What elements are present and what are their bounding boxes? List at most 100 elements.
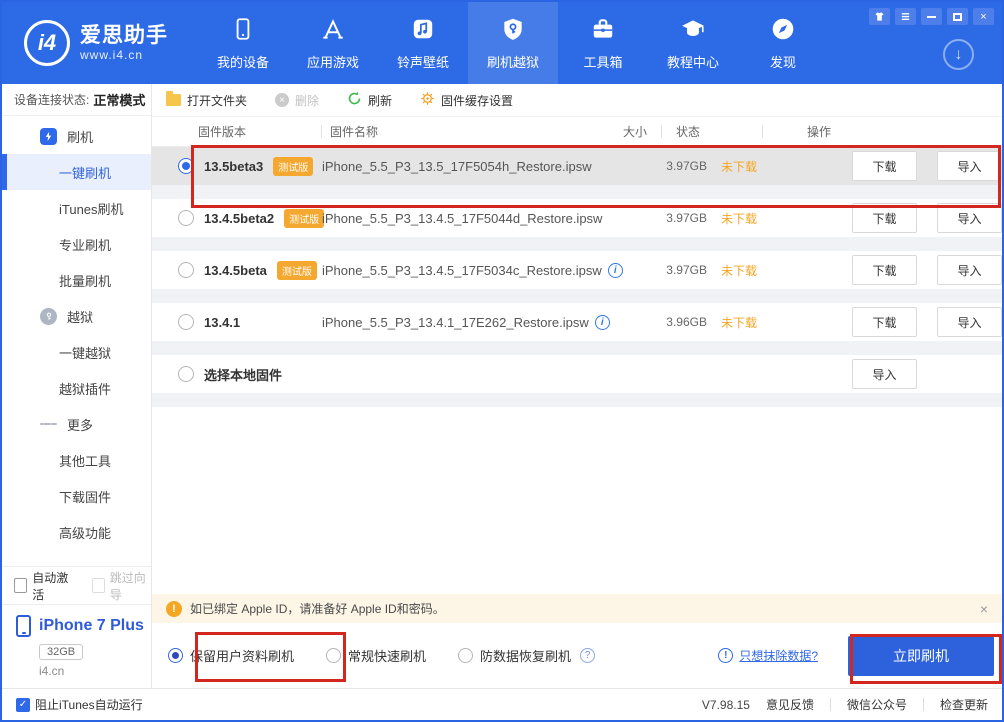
notice-close-icon[interactable]: × [980,601,988,617]
menu-list-icon[interactable] [895,8,916,25]
check-update-link[interactable]: 检查更新 [940,696,988,713]
firmware-radio[interactable] [178,158,194,174]
nav-toolbox[interactable]: 工具箱 [558,2,648,84]
appstore-icon [320,16,346,45]
firmware-list: 13.5beta3 测试版 iPhone_5.5_P3_13.5_17F5054… [152,147,1002,594]
status-not-downloaded: 未下载 [707,314,807,331]
import-button[interactable]: 导入 [937,151,1002,181]
feedback-link[interactable]: 意见反馈 [766,696,814,713]
maximize-button[interactable] [947,8,968,25]
checkbox-icon[interactable] [92,578,105,593]
minimize-button[interactable] [921,8,942,25]
beta-badge: 测试版 [284,209,324,228]
import-button[interactable]: 导入 [937,203,1002,233]
sidebar-item-one-key-jailbreak[interactable]: 一键越狱 [2,334,151,370]
firmware-row-local[interactable]: 选择本地固件 导入 [152,355,1002,407]
table-header: 固件版本 固件名称 大小 状态 操作 [152,117,1002,147]
sidebar-item-advanced-features[interactable]: 高级功能 [2,514,151,550]
info-icon[interactable]: i [595,315,610,330]
firmware-row-13.5beta3[interactable]: 13.5beta3 测试版 iPhone_5.5_P3_13.5_17F5054… [152,147,1002,199]
sidebar-item-jailbreak-plugins[interactable]: 越狱插件 [2,370,151,406]
jailbreak-shield-icon [40,308,57,325]
option-keep-user-data[interactable]: 保留用户资料刷机 [168,646,294,665]
refresh-icon [347,91,362,109]
nav-discover[interactable]: 发现 [738,2,828,84]
status-bar: ✓ 阻止iTunes自动运行 V7.98.15 意见反馈 微信公众号 检查更新 [2,688,1002,720]
nav-tutorials[interactable]: 教程中心 [648,2,738,84]
firmware-row-13.4.5beta[interactable]: 13.4.5beta 测试版 iPhone_5.5_P3_13.4.5_17F5… [152,251,1002,303]
sidebar-item-batch-flash[interactable]: 批量刷机 [2,262,151,298]
flash-options-bar: 保留用户资料刷机 常规快速刷机 防数据恢复刷机 ? ! 只想抹除数据? 立即刷机 [152,623,1002,688]
radio-icon[interactable] [458,648,473,663]
app-window: i4 爱思助手 www.i4.cn 我的设备 应用游戏 [0,0,1004,722]
beta-badge: 测试版 [273,157,313,176]
radio-icon[interactable] [326,648,341,663]
nav-ringtones[interactable]: 铃声壁纸 [378,2,468,84]
close-button[interactable]: × [973,8,994,25]
checkbox-checked-icon[interactable]: ✓ [16,698,30,712]
block-itunes-checkbox[interactable]: ✓ 阻止iTunes自动运行 [16,696,143,713]
main-nav: 我的设备 应用游戏 铃声壁纸 刷机越狱 [198,2,828,84]
toolbar: 打开文件夹 × 删除 刷新 固件缓存设置 [152,84,1002,117]
sidebar-section-more[interactable]: 更多 [2,406,151,442]
main-panel: 打开文件夹 × 删除 刷新 固件缓存设置 [152,84,1002,688]
firmware-radio[interactable] [178,366,194,382]
firmware-row-13.4.5beta2[interactable]: 13.4.5beta2 测试版 iPhone_5.5_P3_13.4.5_17F… [152,199,1002,251]
import-button[interactable]: 导入 [937,255,1002,285]
sidebar-section-flash[interactable]: 刷机 [2,118,151,154]
cache-settings-button[interactable]: 固件缓存设置 [420,91,513,109]
column-action: 操作 [763,123,1002,140]
delete-button[interactable]: × 删除 [275,92,319,109]
app-logo: i4 爱思助手 www.i4.cn [2,2,198,84]
nav-my-device[interactable]: 我的设备 [198,2,288,84]
info-icon[interactable]: i [608,263,623,278]
checkbox-icon[interactable] [14,578,27,593]
refresh-button[interactable]: 刷新 [347,91,392,109]
import-button[interactable]: 导入 [937,307,1002,337]
download-button[interactable]: 下载 [852,151,917,181]
open-folder-button[interactable]: 打开文件夹 [166,92,247,109]
option-normal-fast-flash[interactable]: 常规快速刷机 [326,646,426,665]
sidebar-item-itunes-flash[interactable]: iTunes刷机 [2,190,151,226]
sidebar-item-download-firmware[interactable]: 下载固件 [2,478,151,514]
erase-data-link[interactable]: 只想抹除数据? [739,647,818,664]
shield-key-icon [500,16,526,45]
flash-now-button[interactable]: 立即刷机 [848,636,994,676]
status-not-downloaded: 未下载 [707,210,807,227]
option-anti-data-recovery[interactable]: 防数据恢复刷机 ? [458,646,595,665]
connection-mode: 正常模式 [93,90,145,109]
delete-icon: × [275,93,289,107]
sidebar-section-jailbreak[interactable]: 越狱 [2,298,151,334]
firmware-row-13.4.1[interactable]: 13.4.1 iPhone_5.5_P3_13.4.1_17E262_Resto… [152,303,1002,355]
download-manager-icon[interactable]: ↓ [943,39,974,70]
import-button[interactable]: 导入 [852,359,917,389]
sidebar-checkboxes: 自动激活 跳过向导 [2,566,151,604]
download-button[interactable]: 下载 [852,203,917,233]
beta-badge: 测试版 [277,261,317,280]
firmware-radio[interactable] [178,210,194,226]
status-not-downloaded: 未下载 [707,158,807,175]
skip-wizard-checkbox[interactable]: 跳过向导 [92,569,152,603]
sidebar-item-other-tools[interactable]: 其他工具 [2,442,151,478]
toolbox-icon [590,16,616,45]
firmware-radio[interactable] [178,262,194,278]
radio-icon[interactable] [168,648,183,663]
app-version: V7.98.15 [702,698,750,712]
wechat-link[interactable]: 微信公众号 [847,696,907,713]
theme-icon[interactable] [869,8,890,25]
download-button[interactable]: 下载 [852,307,917,337]
connection-status: 设备连接状态: 正常模式 [2,84,151,116]
header: i4 爱思助手 www.i4.cn 我的设备 应用游戏 [2,2,1002,84]
help-icon[interactable]: ? [580,648,595,663]
more-lines-icon [40,416,57,433]
auto-activate-checkbox[interactable]: 自动激活 [14,569,74,603]
sidebar-item-pro-flash[interactable]: 专业刷机 [2,226,151,262]
sidebar-menu: 刷机 一键刷机 iTunes刷机 专业刷机 批量刷机 [2,116,151,550]
firmware-radio[interactable] [178,314,194,330]
nav-apps-games[interactable]: 应用游戏 [288,2,378,84]
brand-name: 爱思助手 [80,24,168,47]
sidebar-item-one-key-flash[interactable]: 一键刷机 [2,154,151,190]
device-source: i4.cn [39,664,151,678]
download-button[interactable]: 下载 [852,255,917,285]
nav-flash-jailbreak[interactable]: 刷机越狱 [468,2,558,84]
